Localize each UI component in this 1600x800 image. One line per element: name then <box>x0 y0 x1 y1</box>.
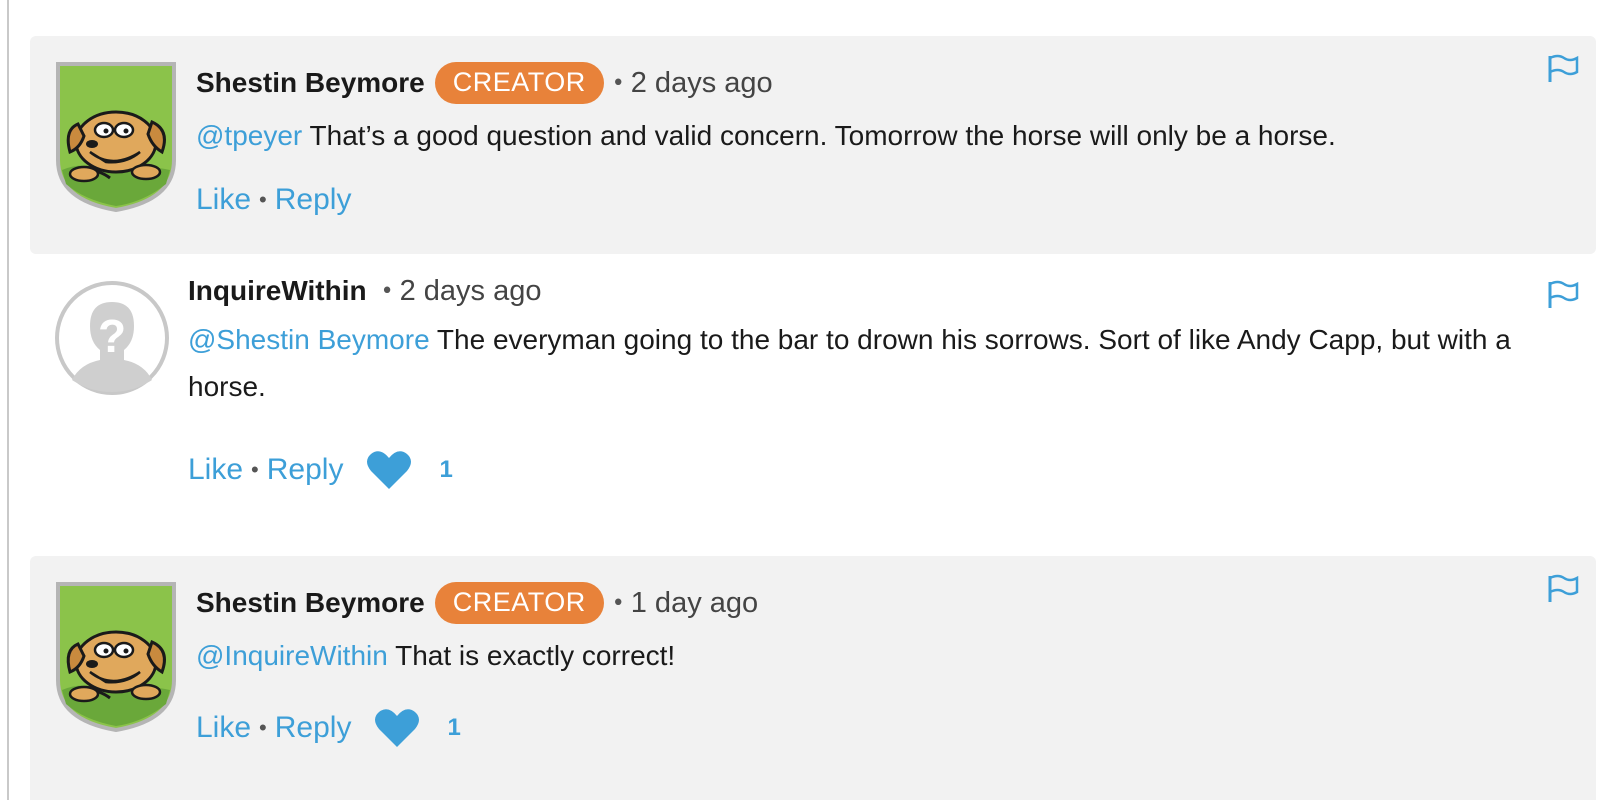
comment-actions: Like • Reply 1 <box>196 706 461 750</box>
heart-icon[interactable] <box>373 707 421 749</box>
like-button[interactable]: Like <box>188 453 243 487</box>
flag-icon[interactable] <box>1546 278 1580 312</box>
separator-dot: • <box>251 457 259 482</box>
comment-header: InquireWithin • 2 days ago <box>188 270 541 312</box>
separator-dot: • <box>259 187 267 212</box>
comment-header: Shestin Beymore CREATOR • 2 days ago <box>196 62 773 104</box>
comments-thread: Shestin Beymore CREATOR • 2 days ago @tp… <box>0 0 1600 800</box>
anonymous-avatar-icon[interactable]: ? <box>54 280 170 396</box>
mention-link[interactable]: @Shestin Beymore <box>188 324 430 355</box>
svg-text:?: ? <box>98 310 126 362</box>
like-count: 1 <box>447 714 461 741</box>
comment-body: @InquireWithin That is exactly correct! <box>196 632 1556 679</box>
separator-dot: • <box>611 70 625 96</box>
comment-actions: Like • Reply <box>196 178 351 222</box>
mention-link[interactable]: @tpeyer <box>196 120 302 151</box>
separator-dot: • <box>611 590 625 616</box>
flag-icon[interactable] <box>1546 572 1580 606</box>
comment-timestamp: 2 days ago <box>399 274 542 307</box>
comment-body: @Shestin Beymore The everyman going to t… <box>188 316 1558 410</box>
author-name[interactable]: InquireWithin <box>188 275 367 307</box>
author-name[interactable]: Shestin Beymore <box>196 67 425 99</box>
reply-button[interactable]: Reply <box>267 453 344 487</box>
comment-item: Shestin Beymore CREATOR • 2 days ago @tp… <box>30 36 1596 254</box>
comment-item: ? InquireWithin • 2 days ago @Shestin Be… <box>30 262 1596 544</box>
separator-dot: • <box>380 278 394 304</box>
separator-dot: • <box>259 715 267 740</box>
comment-text: That’s a good question and valid concern… <box>309 120 1336 151</box>
mention-link[interactable]: @InquireWithin <box>196 640 388 671</box>
creator-badge: CREATOR <box>434 582 604 624</box>
flag-icon[interactable] <box>1546 52 1580 86</box>
comment-actions: Like • Reply 1 <box>188 448 453 492</box>
reply-button[interactable]: Reply <box>275 711 352 745</box>
like-button[interactable]: Like <box>196 711 251 745</box>
comment-text: That is exactly correct! <box>395 640 676 671</box>
heart-icon[interactable] <box>365 449 413 491</box>
comment-timestamp: 1 day ago <box>630 586 759 619</box>
like-button[interactable]: Like <box>196 183 251 217</box>
reply-button[interactable]: Reply <box>275 183 352 217</box>
thread-rule <box>7 0 9 800</box>
author-name[interactable]: Shestin Beymore <box>196 587 425 619</box>
comment-timestamp: 2 days ago <box>630 66 773 99</box>
cartoon-dog-shield-icon[interactable] <box>54 60 178 212</box>
like-count: 1 <box>439 456 453 483</box>
cartoon-dog-shield-icon[interactable] <box>54 580 178 732</box>
comment-item: Shestin Beymore CREATOR • 1 day ago @Inq… <box>30 556 1596 800</box>
creator-badge: CREATOR <box>434 62 604 104</box>
comment-body: @tpeyer That’s a good question and valid… <box>196 112 1556 159</box>
comment-header: Shestin Beymore CREATOR • 1 day ago <box>196 582 758 624</box>
